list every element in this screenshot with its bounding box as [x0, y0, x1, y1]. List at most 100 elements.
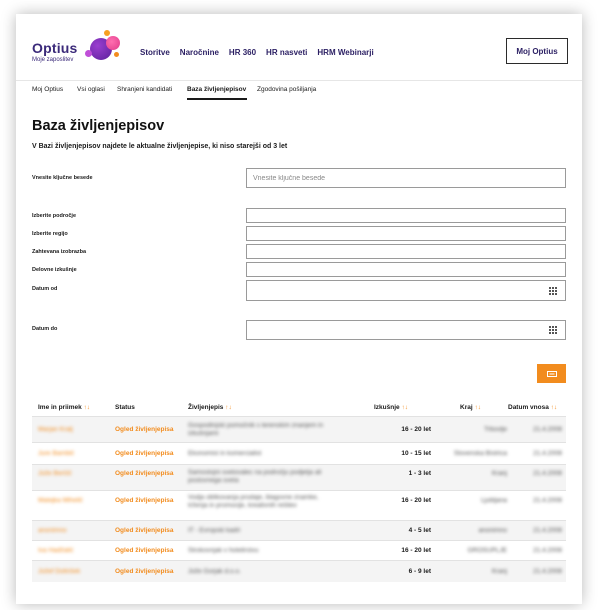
date-to-input[interactable] [246, 320, 566, 340]
search-button[interactable] [537, 364, 566, 383]
table-row[interactable]: Jože Berčič Ogled življenjepisa Samostoj… [32, 464, 566, 490]
logo-tagline: Moje zaposlitev [32, 57, 74, 63]
row-status-link[interactable]: Ogled življenjepisa [115, 450, 174, 457]
row-name[interactable]: Matejka Mihelič [38, 497, 83, 504]
row-status-link[interactable]: Ogled življenjepisa [115, 470, 174, 477]
row-status-link[interactable]: Ogled življenjepisa [115, 426, 174, 433]
row-date: 21.4.2008 [533, 547, 562, 554]
tab-baza-zivljenjepisov[interactable]: Baza življenjepisov [187, 86, 246, 93]
tab-vsi-oglasi[interactable]: Vsi oglasi [77, 86, 105, 93]
table-row[interactable]: Jure Bambič Ogled življenjepisa Ekonomis… [32, 442, 566, 464]
sort-icon[interactable]: ↑↓ [225, 404, 232, 411]
col-header-place[interactable]: Kraj ↑↓ [460, 404, 481, 411]
row-experience: 16 - 20 let [401, 547, 431, 554]
row-name[interactable]: Jože Berčič [38, 470, 72, 477]
col-header-experience[interactable]: Izkušnje ↑↓ [374, 404, 408, 411]
calendar-icon[interactable] [549, 287, 557, 295]
education-select[interactable] [246, 244, 566, 259]
col-header-status: Status [115, 404, 135, 411]
row-date: 21.4.2008 [533, 568, 562, 575]
row-name[interactable]: Marjan Kralj [38, 426, 73, 433]
row-status-link[interactable]: Ogled življenjepisa [115, 568, 174, 575]
row-date: 21.4.2008 [533, 497, 562, 504]
row-cv: IT - Evropski kadri [188, 527, 241, 534]
table-row[interactable]: Matejka Mihelič Ogled življenjepisa Vodj… [32, 490, 566, 520]
keywords-label: Vnesite ključne besede [32, 175, 93, 181]
calendar-icon[interactable] [549, 326, 557, 334]
page-sheet: Optius Moje zaposlitev Storitve Naročnin… [16, 14, 582, 604]
date-from-label: Datum od [32, 286, 58, 292]
logo[interactable]: Optius Moje zaposlitev [32, 40, 78, 63]
nav-item-hr360[interactable]: HR 360 [229, 48, 256, 57]
education-label: Zahtevana izobrazba [32, 249, 87, 255]
sort-icon[interactable]: ↑↓ [84, 404, 91, 411]
logo-mark-icon [84, 30, 124, 64]
row-cv: Gospodinjski pomočnik s terenskim znanje… [188, 422, 324, 437]
row-cv: Vodja oblikovanja prodaje, blagovne znam… [188, 494, 319, 509]
tab-moj-optius[interactable]: Moj Optius [32, 86, 63, 93]
row-status-link[interactable]: Ogled življenjepisa [115, 527, 174, 534]
nav-item-narocnine[interactable]: Naročnine [180, 48, 219, 57]
row-name[interactable]: Jure Bambič [38, 450, 74, 457]
row-experience: 6 - 9 let [408, 568, 431, 575]
row-place: Trbovlje [484, 426, 507, 433]
site-header: Optius Moje zaposlitev Storitve Naročnin… [16, 14, 582, 80]
sort-icon[interactable]: ↑↓ [551, 404, 558, 411]
active-tab-indicator [187, 98, 247, 100]
row-place: Kranj [491, 568, 507, 575]
row-date: 21.4.2008 [533, 426, 562, 433]
region-label: Izberite regijo [32, 231, 68, 237]
sort-icon[interactable]: ↑↓ [401, 404, 408, 411]
row-status-link[interactable]: Ogled življenjepisa [115, 497, 174, 504]
logo-name: Optius [32, 40, 78, 56]
experience-select[interactable] [246, 262, 566, 277]
row-experience: 10 - 15 let [401, 450, 431, 457]
sub-nav-tabs: Moj Optius Vsi oglasi Shranjeni kandidat… [16, 80, 582, 100]
area-label: Izberite področje [32, 213, 77, 219]
row-cv: Strokovnjak v hotelirstvu [188, 547, 259, 554]
page-description: V Bazi življenjepisov najdete le aktualn… [32, 143, 288, 150]
row-cv: Samostojni svetovalec na področju podjet… [188, 469, 322, 484]
row-date: 21.4.2008 [533, 527, 562, 534]
area-select[interactable] [246, 208, 566, 223]
row-cv: Ekonomist in komercialist [188, 450, 262, 457]
main-nav: Storitve Naročnine HR 360 HR nasveti HRM… [140, 48, 374, 57]
row-date: 21.4.2008 [533, 450, 562, 457]
nav-item-hrm-webinarji[interactable]: HRM Webinarji [317, 48, 373, 57]
row-name[interactable]: anonimno [38, 527, 67, 534]
row-cv: Jože Gorjak d.o.o. [188, 568, 241, 575]
col-header-name[interactable]: Ime in priimek ↑↓ [38, 404, 90, 411]
tab-shranjeni-kandidati[interactable]: Shranjeni kandidati [117, 86, 172, 93]
experience-label: Delovne izkušnje [32, 267, 77, 273]
search-icon [546, 370, 557, 377]
row-experience: 16 - 20 let [401, 497, 431, 504]
table-row[interactable]: Jožef Dolinšek Ogled življenjepisa Jože … [32, 560, 566, 582]
row-experience: 1 - 3 let [408, 470, 431, 477]
tab-zgodovina-posiljanja[interactable]: Zgodovina pošiljanja [257, 86, 316, 93]
table-row[interactable]: Iva Hadžalić Ogled življenjepisa Strokov… [32, 540, 566, 560]
row-place: GROSUPLJE [467, 547, 507, 554]
region-select[interactable] [246, 226, 566, 241]
row-place: Kranj [491, 470, 507, 477]
row-date: 21.4.2008 [533, 470, 562, 477]
moj-optius-button[interactable]: Moj Optius [506, 38, 568, 64]
col-header-date[interactable]: Datum vnosa ↑↓ [508, 404, 557, 411]
row-place: anonimno [478, 527, 507, 534]
table-row[interactable]: anonimno Ogled življenjepisa IT - Evrops… [32, 520, 566, 540]
keywords-input[interactable] [246, 168, 566, 188]
date-to-label: Datum do [32, 326, 58, 332]
table-row[interactable]: Marjan Kralj Ogled življenjepisa Gospodi… [32, 416, 566, 442]
nav-item-hr-nasveti[interactable]: HR nasveti [266, 48, 307, 57]
page-title: Baza življenjepisov [32, 118, 165, 134]
date-from-input[interactable] [246, 280, 566, 301]
row-name[interactable]: Jožef Dolinšek [38, 568, 80, 575]
row-place: Ljubljana [480, 497, 507, 504]
row-status-link[interactable]: Ogled življenjepisa [115, 547, 174, 554]
row-experience: 16 - 20 let [401, 426, 431, 433]
row-name[interactable]: Iva Hadžalić [38, 547, 73, 554]
nav-item-storitve[interactable]: Storitve [140, 48, 170, 57]
row-experience: 4 - 5 let [408, 527, 431, 534]
col-header-cv[interactable]: Življenjepis ↑↓ [188, 404, 232, 411]
row-place: Slovenska Bistrica [453, 450, 507, 457]
sort-icon[interactable]: ↑↓ [474, 404, 481, 411]
